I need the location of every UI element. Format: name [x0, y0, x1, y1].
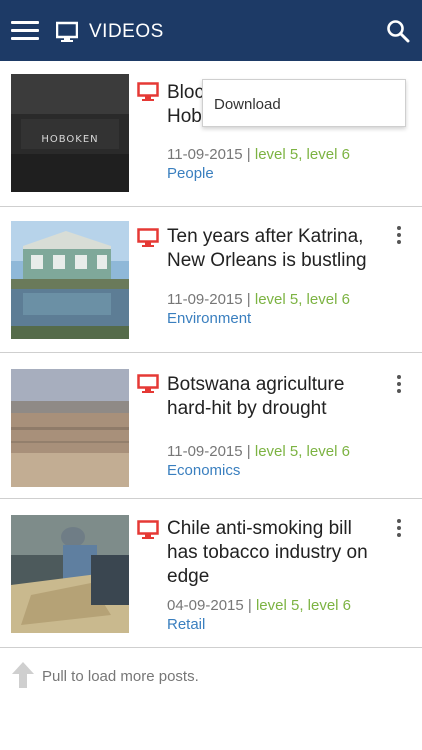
post-title[interactable]: Ten years after Katrina, New Orleans is …	[167, 225, 383, 273]
post-category[interactable]: Economics	[167, 462, 240, 480]
post-title[interactable]: Chile anti-smoking bill has tobacco indu…	[167, 517, 383, 589]
app-bar: VIDEOS	[0, 0, 422, 61]
meta-separator: |	[242, 291, 255, 308]
video-thumbnail[interactable]	[11, 369, 129, 487]
post-date: 11-09-2015	[167, 443, 243, 460]
monitor-icon	[56, 21, 78, 42]
list-item[interactable]: Botswana agriculture hard-hit by drought…	[0, 353, 422, 499]
more-options-icon[interactable]	[392, 375, 406, 397]
download-menu-item[interactable]: Download	[214, 96, 405, 113]
search-icon[interactable]	[386, 19, 410, 43]
thumbnail-caption: HOBOKEN	[41, 134, 98, 145]
video-icon	[137, 374, 159, 393]
pull-to-load-label: Pull to load more posts.	[42, 668, 199, 685]
meta-separator: |	[243, 597, 256, 614]
list-item[interactable]: Ten years after Katrina, New Orleans is …	[0, 207, 422, 353]
arrow-up-icon	[12, 662, 34, 688]
post-levels: level 5, level 6	[254, 146, 350, 163]
post-date: 11-09-2015	[167, 146, 243, 163]
post-date: 11-09-2015	[167, 291, 243, 308]
more-options-icon[interactable]	[392, 226, 406, 248]
load-more-footer[interactable]: Pull to load more posts.	[0, 651, 422, 701]
video-thumbnail[interactable]	[11, 221, 129, 339]
post-meta: 11-09-2015 | level 5, level 6	[167, 443, 350, 461]
post-meta: 04-09-2015 | level 5, level 6	[167, 597, 351, 615]
video-icon	[137, 228, 159, 247]
video-list: HOBOKEN Bloc Hob 11-09-2015 | level 5, l…	[0, 61, 422, 648]
meta-separator: |	[242, 443, 255, 460]
video-icon	[137, 520, 159, 539]
video-thumbnail[interactable]	[11, 515, 129, 633]
page-title: VIDEOS	[89, 21, 164, 42]
post-meta: 11-09-2015 | level 5, level 6	[167, 291, 350, 309]
video-icon	[137, 82, 159, 101]
post-category[interactable]: People	[167, 165, 214, 183]
post-levels: level 5, level 6	[254, 443, 350, 460]
meta-separator: |	[242, 146, 255, 163]
post-meta: 11-09-2015 | level 5, level 6	[167, 146, 350, 164]
post-category[interactable]: Retail	[167, 616, 205, 634]
post-title[interactable]: Botswana agriculture hard-hit by drought	[167, 373, 383, 421]
post-levels: level 5, level 6	[254, 291, 350, 308]
hamburger-menu-icon[interactable]	[11, 21, 39, 41]
video-thumbnail[interactable]: HOBOKEN	[11, 74, 129, 192]
options-popup-menu: Download	[202, 79, 406, 127]
post-category[interactable]: Environment	[167, 310, 251, 328]
post-date: 04-09-2015	[167, 597, 244, 614]
more-options-icon[interactable]	[392, 519, 406, 541]
post-levels: level 5, level 6	[255, 597, 352, 614]
list-item[interactable]: Chile anti-smoking bill has tobacco indu…	[0, 499, 422, 648]
